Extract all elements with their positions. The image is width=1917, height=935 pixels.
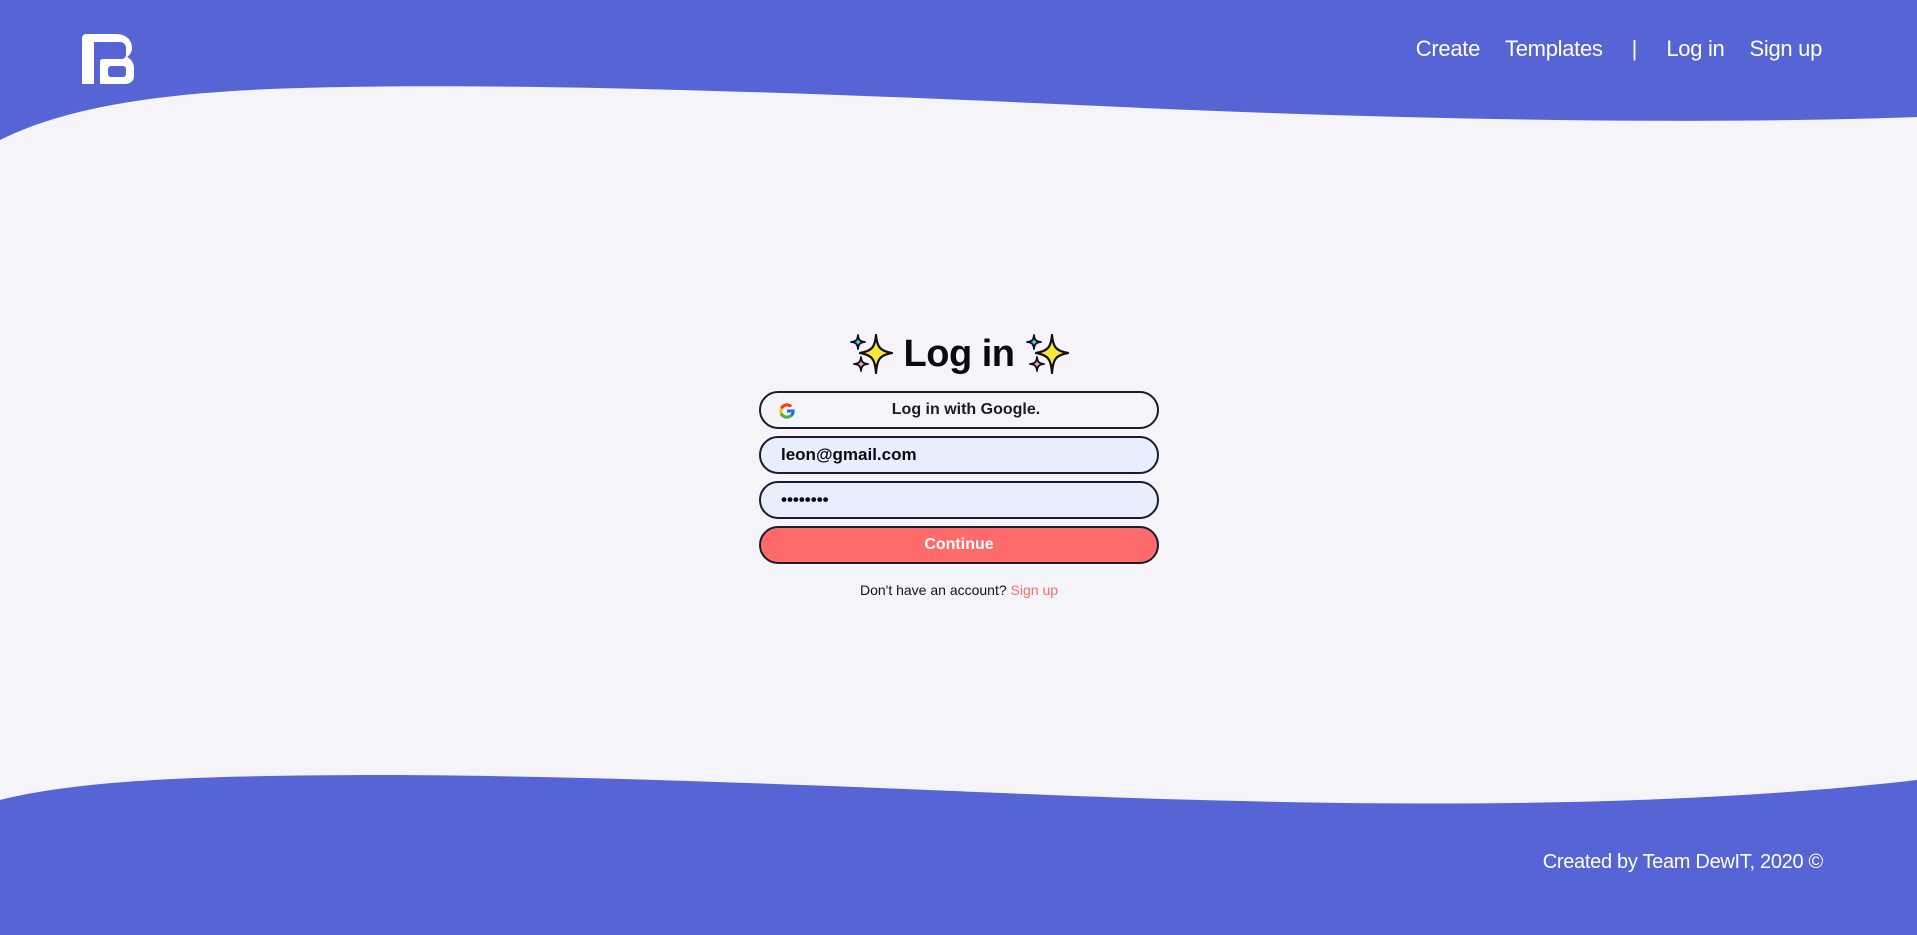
email-field[interactable]: leon@gmail.com — [759, 436, 1159, 474]
top-navigation: Create Templates | Log in Sign up — [1416, 36, 1823, 62]
nav-create-link[interactable]: Create — [1416, 36, 1481, 62]
google-login-button[interactable]: Log in with Google. — [759, 391, 1159, 429]
footer-wave-background — [0, 775, 1917, 935]
login-page: Create Templates | Log in Sign up Log in — [0, 0, 1917, 935]
sparkles-icon — [1026, 333, 1070, 375]
nav-templates-link[interactable]: Templates — [1505, 36, 1603, 62]
nav-signup-link[interactable]: Sign up — [1749, 36, 1822, 62]
login-title: Log in — [903, 332, 1015, 375]
login-title-row: Log in — [846, 326, 1073, 382]
nav-divider: | — [1631, 36, 1638, 61]
signup-link[interactable]: Sign up — [1011, 582, 1058, 598]
nav-login-link[interactable]: Log in — [1666, 36, 1724, 62]
header-wave-background — [0, 0, 1917, 140]
continue-button[interactable]: Continue — [759, 526, 1159, 564]
no-account-text: Don't have an account? — [859, 582, 1007, 598]
google-icon — [779, 403, 796, 419]
footer-credit: Created by Team DewIT, 2020 © — [1542, 851, 1824, 873]
login-form: Log in Log in with Google. leon@gmail.co… — [759, 326, 1159, 598]
sparkles-icon — [849, 333, 893, 375]
signup-prompt: Don't have an account? Sign up — [860, 582, 1058, 598]
google-login-label: Log in with Google. — [891, 401, 1041, 418]
pb-logo-icon[interactable] — [80, 32, 136, 86]
password-field[interactable]: •••••••• — [759, 481, 1159, 519]
